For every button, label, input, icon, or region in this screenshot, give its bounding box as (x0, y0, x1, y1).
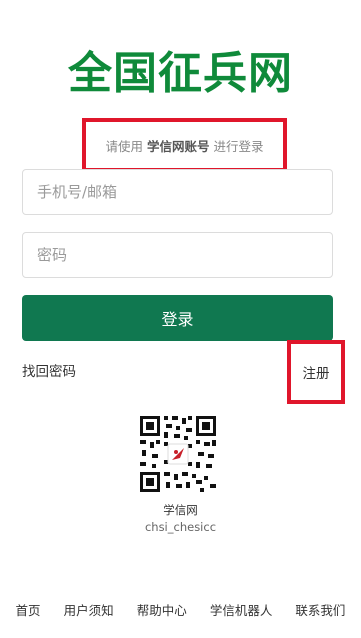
login-hint-account: 学信网账号 (146, 138, 210, 154)
qr-caption-id: chsi_chesicc (144, 520, 217, 534)
site-logo-title: 全国征兵网 (68, 48, 293, 99)
password-input[interactable] (23, 246, 332, 264)
footer-link-home[interactable]: 首页 (16, 600, 41, 619)
footer-link-help-center[interactable]: 帮助中心 (137, 600, 187, 619)
qr-code-image (138, 414, 218, 494)
forgot-password-link[interactable]: 找回密码 (22, 360, 76, 380)
footer-link-contact[interactable]: 联系我们 (295, 600, 345, 619)
phone-email-field[interactable] (22, 169, 333, 215)
login-hint-prefix: 请使用 (105, 138, 143, 154)
login-button[interactable]: 登录 (22, 295, 333, 341)
login-hint: 请使用 学信网账号 进行登录 (82, 118, 287, 172)
login-hint-suffix: 进行登录 (213, 138, 264, 154)
footer-nav: 首页 用户须知 帮助中心 学信机器人 联系我们 (0, 600, 361, 619)
qr-caption-name: 学信网 (163, 503, 198, 517)
footer-link-robot[interactable]: 学信机器人 (210, 600, 273, 619)
register-link-box[interactable]: 注册 (287, 340, 345, 404)
footer-link-user-terms[interactable]: 用户须知 (64, 600, 114, 619)
phone-email-input[interactable] (23, 183, 332, 201)
password-field[interactable] (22, 232, 333, 278)
register-link[interactable]: 注册 (303, 362, 330, 382)
